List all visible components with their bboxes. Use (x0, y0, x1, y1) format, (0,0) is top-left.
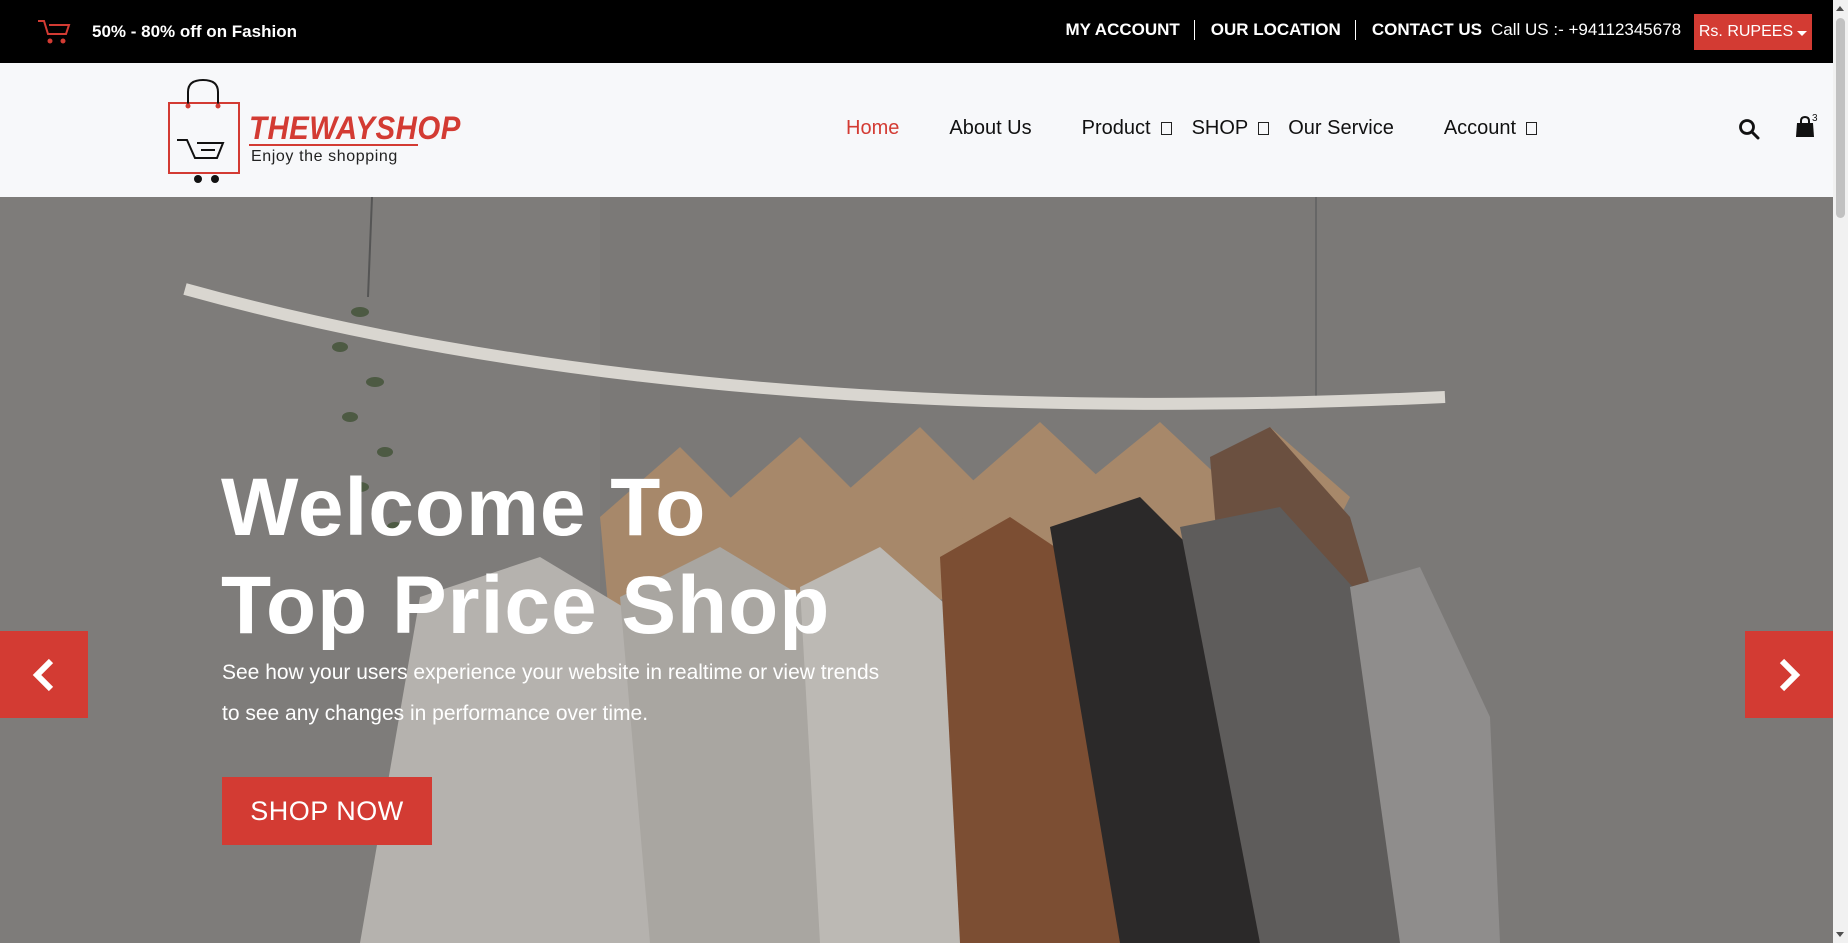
brand-tagline: Enjoy the shopping (251, 148, 398, 165)
dropdown-icon (1160, 122, 1172, 135)
brand-name: THEWAYSHOP (249, 110, 461, 146)
menu-item-home[interactable]: Home (846, 117, 899, 140)
menu-item-account[interactable]: Account (1443, 117, 1538, 140)
chevron-left-icon (32, 658, 54, 691)
search-icon[interactable] (1738, 118, 1760, 140)
dropdown-icon (1526, 122, 1538, 135)
menu-item-product[interactable]: Product (1082, 117, 1172, 140)
scroll-down-icon[interactable] (1836, 932, 1844, 937)
top-links: MY ACCOUNT OUR LOCATION CONTACT US (1066, 20, 1482, 40)
page-scrollbar[interactable] (1833, 0, 1848, 943)
menu-label: Account (1443, 117, 1517, 139)
slider-next-button[interactable] (1745, 631, 1833, 718)
my-account-link[interactable]: MY ACCOUNT (1066, 20, 1180, 40)
page: 50% - 80% off on Fashion MY ACCOUNT OUR … (0, 0, 1833, 943)
menu-label: About Us (949, 117, 1032, 139)
hero-title-line1: Welcome To (221, 462, 707, 553)
currency-dropdown[interactable]: Rs. RUPEES (1694, 14, 1812, 50)
cart-count-badge: 3 (1812, 113, 1818, 124)
menu-label: SHOP (1191, 117, 1249, 139)
hero-title-line2: Top Price Shop (221, 560, 831, 651)
menu-label: Home (846, 117, 900, 139)
divider (1193, 20, 1195, 40)
menu-label: Product (1081, 117, 1151, 139)
hero-subtitle: See how your users experience your websi… (222, 661, 880, 725)
menu-item-about-us[interactable]: About Us (949, 117, 1031, 140)
call-us-text: Call US :- +94112345678 (1491, 20, 1682, 39)
menu-item-our-service[interactable]: Our Service (1288, 117, 1394, 140)
menu-item-shop[interactable]: SHOP (1192, 117, 1270, 140)
top-bar: 50% - 80% off on Fashion MY ACCOUNT OUR … (0, 0, 1833, 63)
divider (1354, 20, 1356, 40)
slider-prev-button[interactable] (0, 631, 88, 718)
promo-text: 50% - 80% off on Fashion (92, 22, 297, 41)
scrollbar-thumb[interactable] (1836, 18, 1845, 218)
shop-now-button[interactable]: SHOP NOW (222, 777, 432, 845)
currency-label: Rs. RUPEES (1698, 23, 1794, 40)
brand-underline (249, 144, 418, 146)
main-navbar: THEWAYSHOP Enjoy the shopping Home About… (0, 63, 1833, 197)
chevron-right-icon (1779, 658, 1801, 691)
promo: 50% - 80% off on Fashion (36, 16, 297, 48)
menu-label: Our Service (1288, 117, 1394, 139)
cart-icon (38, 20, 71, 44)
our-location-link[interactable]: OUR LOCATION (1211, 20, 1341, 40)
logo[interactable]: THEWAYSHOP Enjoy the shopping (165, 78, 460, 188)
shopping-bag-cart-logo-icon (168, 78, 240, 183)
dropdown-icon (1258, 122, 1270, 135)
scroll-up-icon[interactable] (1836, 6, 1844, 11)
hero-slider: Welcome To Top Price Shop See how your u… (0, 197, 1833, 943)
main-menu: Home About Us Product SHOP Our Service A… (846, 117, 1587, 140)
hero-title: Welcome To Top Price Shop (221, 459, 830, 655)
caret-down-icon (1797, 30, 1808, 36)
contact-us-link[interactable]: CONTACT US (1372, 20, 1482, 40)
